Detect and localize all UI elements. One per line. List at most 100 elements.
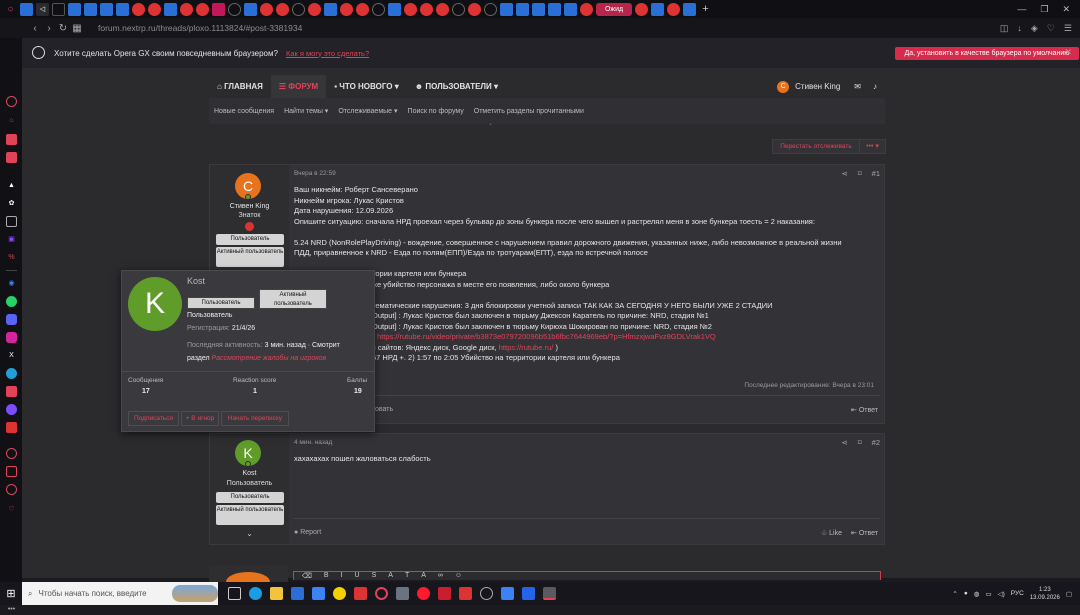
italic-icon[interactable]: I [341,572,343,580]
tab[interactable] [420,2,433,16]
tab[interactable] [116,2,129,16]
tab[interactable] [500,2,513,16]
post-time[interactable]: Вчера в 22:59 [294,170,336,177]
speed-dial-icon[interactable]: ▦ [70,23,84,34]
telegram-icon[interactable] [6,368,17,379]
tab[interactable] [580,2,593,16]
mail-icon[interactable] [312,587,325,600]
tab[interactable] [564,2,577,16]
shield-icon[interactable]: ◈ [1031,23,1038,34]
gx-control-icon[interactable] [6,96,17,107]
ignore-button[interactable]: + В игнор [181,411,219,426]
app-icon[interactable] [480,587,493,600]
tab[interactable] [340,2,353,16]
link-icon[interactable]: ∞ [438,572,443,580]
tab[interactable] [548,2,561,16]
tab[interactable] [148,2,161,16]
bookmark-icon[interactable]: ⌑ [858,169,862,178]
author-name[interactable]: Kost [210,470,289,477]
size-icon[interactable]: T [405,572,409,580]
settings-icon[interactable] [6,484,17,495]
report-link[interactable]: ● Report [294,529,321,536]
explorer-icon[interactable] [270,587,283,600]
language-indicator[interactable]: РУС [1011,590,1024,597]
inbox-icon[interactable]: ✉ [854,82,861,91]
share-icon[interactable]: ⋖ [842,169,848,178]
tab[interactable] [388,2,401,16]
edge-icon[interactable] [249,587,262,600]
extensions-icon[interactable] [6,466,17,477]
tab[interactable] [404,2,417,16]
tab[interactable] [635,2,648,16]
member-name[interactable]: Kost [187,276,205,286]
subnav-find-threads[interactable]: Найти темы ▾ [284,107,328,115]
whatsapp-icon[interactable] [6,296,17,307]
app-icon[interactable] [459,587,472,600]
tab[interactable] [196,2,209,16]
app-icon[interactable] [522,587,535,600]
report-link[interactable]: овать [375,406,393,413]
nav-home[interactable]: ⌂ ГЛАВНАЯ [209,75,271,98]
tray-app-icon[interactable]: ● [964,590,968,597]
windows-start-icon[interactable]: ⊞ [0,587,22,600]
gx-corner-icon[interactable]: ⌂ [6,115,17,126]
video-link[interactable]: https://rutube.ru/video/private/b3873e07… [372,332,880,343]
subnav-search[interactable]: Поиск по форуму [408,108,464,115]
bold-icon[interactable]: B [324,572,329,580]
tab[interactable] [436,2,449,16]
yandex-browser-icon[interactable] [354,587,367,600]
share-icon[interactable]: ⋖ [842,438,848,447]
tab[interactable] [468,2,481,16]
forward-icon[interactable]: › [42,23,56,34]
nav-whats-new[interactable]: ▪ ЧТО НОВОГО ▾ [326,75,407,98]
twitch-icon[interactable]: ▣ [6,234,17,245]
bell-icon[interactable]: ♪ [873,82,877,91]
sidebar-app-icon[interactable]: % [6,252,17,263]
notifications-icon[interactable]: ▢ [1066,590,1072,598]
tab[interactable] [452,2,465,16]
bookmarks-icon[interactable]: ♡ [6,504,17,515]
tab[interactable] [308,2,321,16]
banner-link[interactable]: Как я могу это сделать? [286,49,369,58]
subnav-new-posts[interactable]: Новые сообщения [214,108,274,115]
tab-active[interactable]: Ожид [596,2,632,16]
gx-cleaner-icon[interactable] [6,134,17,145]
back-icon[interactable]: ‹ [28,23,42,34]
tab[interactable] [68,2,81,16]
tab[interactable] [52,2,65,16]
tab[interactable]: ◁ [36,2,49,16]
network-icon[interactable]: ▭ [985,590,991,598]
tab[interactable] [244,2,257,16]
emoji-icon[interactable]: ☺ [455,572,462,580]
tab[interactable] [372,2,385,16]
app-icon[interactable] [501,587,514,600]
tab[interactable] [683,2,696,16]
post-time[interactable]: 4 мин. назад [294,439,332,446]
tab[interactable] [532,2,545,16]
reply-button[interactable]: ⇤ Ответ [851,529,878,537]
font-icon[interactable]: A [388,572,393,580]
unwatch-button[interactable]: Перестать отслеживать [772,139,860,154]
x-twitter-icon[interactable]: X [6,350,17,361]
nav-users[interactable]: ☻ ПОЛЬЗОВАТЕЛИ ▾ [407,75,506,98]
discord-icon[interactable] [6,314,17,325]
messenger-icon[interactable]: ◉ [6,278,17,289]
post-number[interactable]: #2 [872,438,880,447]
tab[interactable] [292,2,305,16]
stat-value[interactable]: 19 [354,388,362,395]
nav-forum[interactable]: ☰ ФОРУМ [270,75,327,98]
more-button[interactable]: ••• ▾ [859,139,886,154]
tab[interactable] [651,2,664,16]
camera-icon[interactable]: ◫ [1000,23,1009,34]
heart-icon[interactable]: ♡ [1047,23,1055,34]
menu-icon[interactable]: ☰ [1064,23,1072,34]
opera-logo-icon[interactable]: ○ [4,3,17,16]
tab[interactable] [180,2,193,16]
maximize-icon[interactable]: ❐ [1040,4,1048,15]
app-icon-active[interactable] [543,587,556,600]
tab[interactable] [324,2,337,16]
instagram-icon[interactable] [6,332,17,343]
opera-icon[interactable] [417,587,430,600]
tab[interactable] [84,2,97,16]
tab[interactable] [132,2,145,16]
